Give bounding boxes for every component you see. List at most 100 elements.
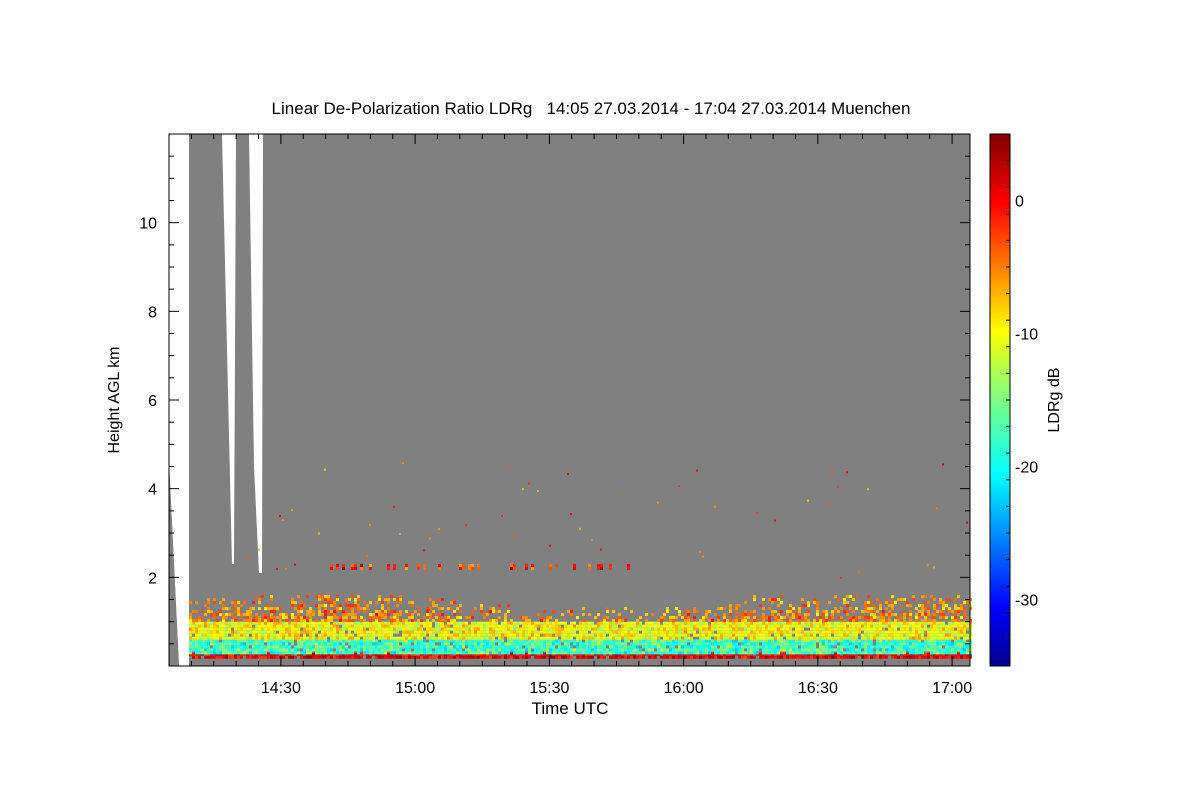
ldr-cell	[357, 651, 360, 655]
ldr-cell	[294, 651, 297, 655]
ldr-cell	[714, 505, 716, 508]
ldr-cell	[927, 645, 930, 649]
ldr-cell	[474, 642, 477, 646]
ldr-cell	[513, 642, 516, 646]
ldr-cell	[645, 645, 648, 649]
ldr-cell	[462, 621, 465, 625]
ldr-cell	[570, 633, 573, 637]
ldr-cell	[297, 607, 300, 611]
ldr-cell	[378, 595, 381, 599]
ldr-cell	[510, 619, 513, 623]
ldr-cell	[510, 624, 513, 628]
ldr-cell	[786, 613, 789, 617]
ldr-cell	[933, 598, 936, 602]
ldr-cell	[927, 652, 930, 656]
ldr-cell	[315, 651, 318, 655]
ldr-cell	[345, 613, 348, 617]
ldr-cell	[876, 639, 879, 643]
ldr-cell	[903, 613, 906, 617]
ldr-cell	[240, 621, 243, 625]
ldr-cell	[687, 655, 690, 659]
ldr-cell	[921, 607, 924, 611]
ldr-cell	[372, 633, 375, 637]
ldr-cell	[267, 648, 270, 652]
ldr-cell	[798, 651, 801, 655]
ldr-cell	[435, 639, 438, 643]
ldr-cell	[363, 601, 366, 605]
ldr-cell	[336, 607, 339, 611]
ldr-cell	[204, 613, 207, 617]
ldr-cell	[525, 645, 528, 649]
ldr-cell	[837, 630, 840, 634]
ldr-cell	[387, 652, 390, 656]
ldr-cell	[507, 633, 510, 637]
ldr-cell	[852, 616, 855, 620]
ldr-cell	[906, 601, 909, 605]
ldr-cell	[264, 648, 267, 652]
ldr-cell	[918, 633, 921, 637]
ldr-cell	[549, 627, 552, 631]
ldr-cell	[696, 648, 699, 652]
ldr-cell	[714, 624, 717, 628]
ldr-cell	[297, 636, 300, 640]
ldr-cell	[672, 624, 675, 628]
ldr-cell	[498, 655, 501, 659]
ldr-cell	[414, 630, 417, 634]
ldr-cell	[858, 630, 861, 634]
ldr-cell	[243, 619, 246, 623]
ldr-cell	[192, 621, 195, 625]
ldr-cell	[954, 642, 957, 646]
ldr-cell	[738, 624, 741, 628]
ldr-cell	[528, 655, 531, 659]
ldr-cell	[918, 655, 921, 659]
ldr-cell	[924, 619, 927, 623]
ldr-cell	[624, 619, 627, 623]
y-tick-label: 2	[148, 570, 157, 587]
ldr-cell	[312, 652, 315, 656]
ldr-cell	[510, 645, 513, 649]
ldr-cell	[840, 639, 843, 643]
ldr-cell	[729, 648, 732, 652]
ldr-cell	[564, 627, 567, 631]
ldr-cell	[477, 633, 480, 637]
ldr-cell	[774, 610, 777, 614]
ldr-cell	[882, 630, 885, 634]
ldr-cell	[342, 616, 345, 620]
ldr-cell	[648, 645, 651, 649]
ldr-cell	[621, 633, 624, 637]
ldr-cell	[618, 651, 621, 655]
ldr-cell	[927, 633, 930, 637]
ldr-cell	[342, 639, 345, 643]
ldr-cell	[777, 621, 780, 625]
ldr-cell	[708, 636, 711, 640]
ldr-cell	[648, 630, 651, 634]
ldr-cell	[534, 651, 537, 655]
ldr-cell	[771, 648, 774, 652]
ldr-cell	[324, 648, 327, 652]
ldr-cell	[192, 630, 195, 634]
ldr-cell	[759, 616, 762, 620]
ldr-cell	[279, 630, 282, 634]
ldr-cell	[672, 619, 675, 623]
ldr-cell	[504, 648, 507, 652]
ldr-cell	[270, 595, 273, 599]
ldr-cell	[468, 651, 471, 655]
ldr-cell	[939, 621, 942, 625]
ldr-cell	[822, 624, 825, 628]
ldr-cell	[276, 655, 279, 659]
ldr-cell	[750, 621, 753, 625]
ldr-cell	[396, 604, 399, 608]
ldr-cell	[651, 651, 654, 655]
ldr-cell	[618, 627, 621, 631]
ldr-cell	[936, 604, 939, 608]
ldr-cell	[219, 642, 222, 646]
ldr-cell	[288, 655, 291, 659]
ldr-cell	[552, 639, 555, 643]
ldr-cell	[606, 630, 609, 634]
ldr-cell	[729, 607, 732, 611]
ldr-cell	[246, 642, 249, 646]
ldr-cell	[687, 610, 690, 614]
ldr-cell	[255, 627, 258, 631]
ldr-cell	[201, 633, 204, 637]
ldr-cell	[561, 639, 564, 643]
